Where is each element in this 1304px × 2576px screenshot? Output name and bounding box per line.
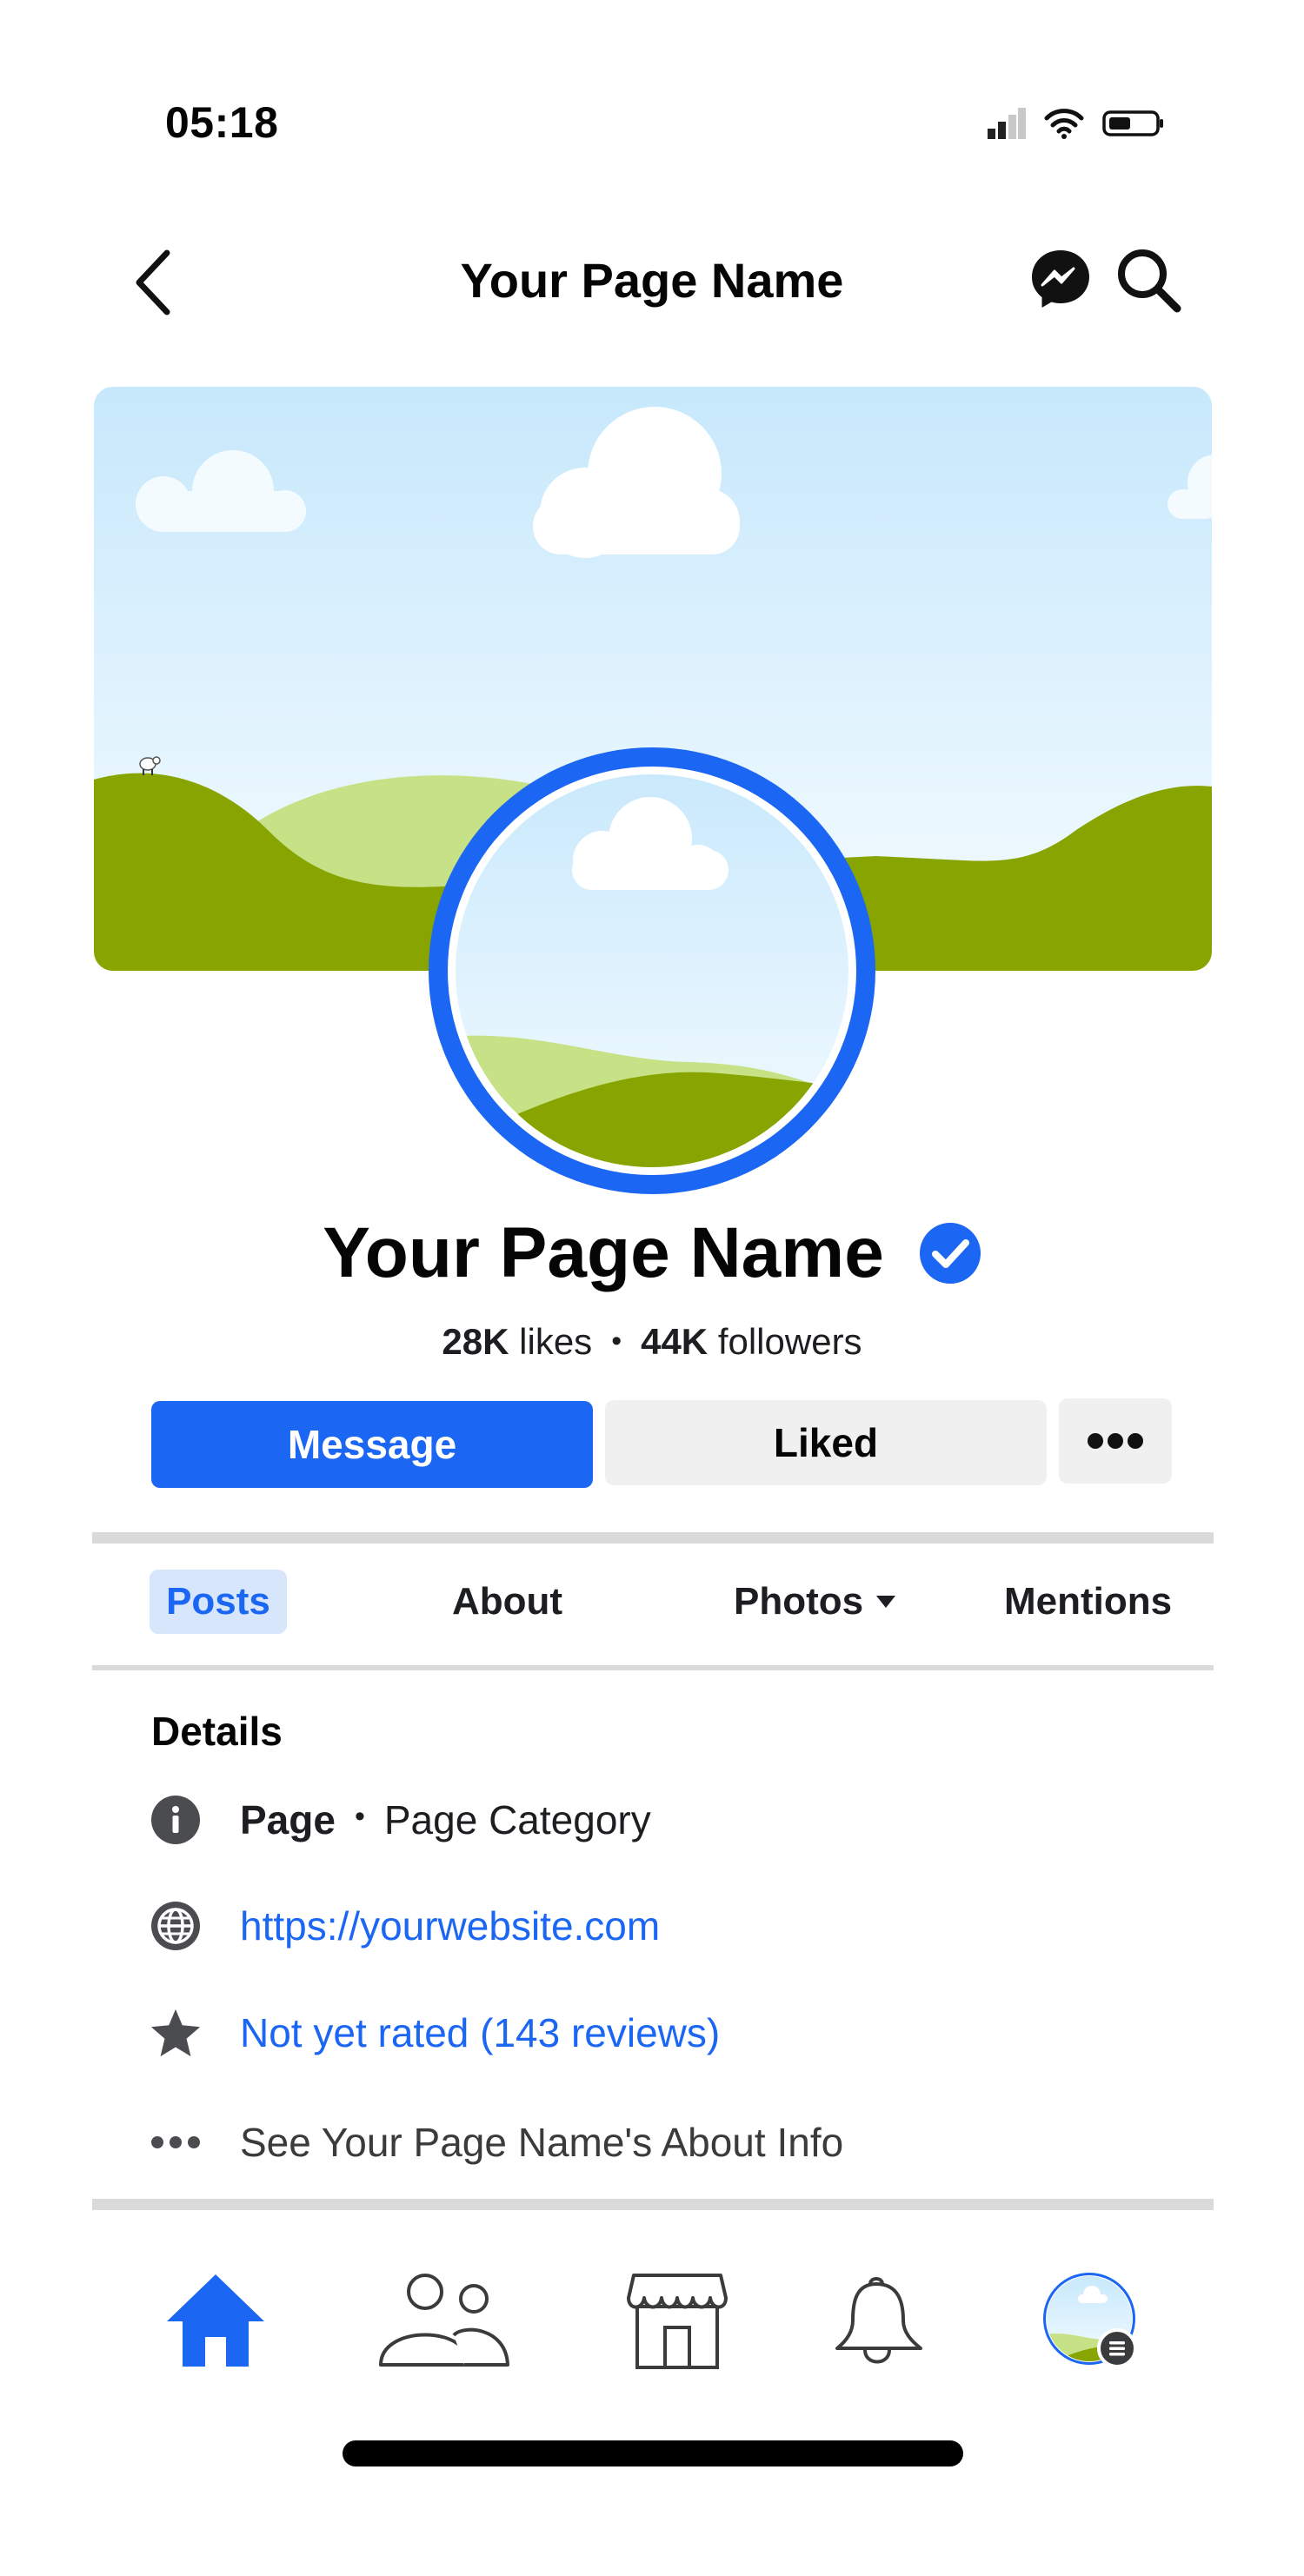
followers-count: 44K [641,1321,709,1362]
nav-notifications[interactable] [822,2268,935,2373]
tabs-divider [92,1665,1214,1670]
profile-picture[interactable] [429,747,875,1194]
rating-link[interactable]: Not yet rated (143 reviews) [240,2009,720,2056]
category-separator: • [354,1799,365,1833]
about-info-link[interactable]: See Your Page Name's About Info [240,2119,843,2166]
status-time: 05:18 [165,98,279,147]
detail-about-info[interactable]: See Your Page Name's About Info [150,2112,843,2173]
marketplace-icon [627,2274,728,2369]
nav-menu[interactable] [1035,2268,1148,2373]
tab-photos[interactable]: Photos [734,1570,896,1634]
verified-badge-icon [919,1223,981,1284]
page-name: Your Page Name [323,1213,884,1292]
followers-label: followers [717,1321,862,1362]
tab-posts[interactable]: Posts [150,1570,287,1634]
bell-icon [835,2277,922,2364]
message-button[interactable]: Message [151,1401,593,1488]
more-dots-icon [151,2136,200,2148]
home-indicator [343,2440,963,2466]
friends-icon [379,2274,509,2367]
nav-marketplace[interactable] [621,2268,734,2373]
likes-count: 28K [442,1321,509,1362]
signal-icon [988,108,1026,139]
info-icon [151,1796,200,1844]
search-button[interactable] [1114,246,1182,314]
category-name: Page Category [383,1797,651,1842]
search-icon [1118,249,1181,313]
details-divider [92,2199,1214,2210]
status-icons [988,108,1165,139]
messenger-button[interactable] [1029,248,1092,310]
likes-label: likes [519,1321,593,1362]
nav-friends[interactable] [374,2268,513,2373]
home-icon [167,2274,264,2367]
star-icon [150,2008,201,2057]
website-link[interactable]: https://yourwebsite.com [240,1902,660,1949]
section-divider [92,1532,1214,1544]
stats-separator: • [611,1325,622,1358]
category-type: Page [240,1797,336,1842]
liked-button[interactable]: Liked [605,1400,1047,1485]
menu-profile-avatar [1043,2273,1137,2368]
page-name-row: Your Page Name [0,1212,1304,1294]
tab-photos-label: Photos [734,1580,864,1623]
tab-mentions[interactable]: Mentions [1004,1570,1172,1634]
battery-icon [1102,110,1163,136]
details-title: Details [151,1709,283,1754]
page-stats: 28K likes • 44K followers [0,1321,1304,1363]
detail-website[interactable]: https://yourwebsite.com [150,1895,660,1956]
wifi-icon [1044,109,1084,139]
nav-home[interactable] [159,2268,272,2373]
header-title: Your Page Name [460,253,844,308]
tab-about[interactable]: About [452,1570,562,1634]
caret-down-icon [876,1596,896,1608]
messenger-icon [1032,250,1089,308]
detail-category: Page • Page Category [150,1789,651,1850]
globe-icon [151,1902,200,1950]
detail-rating[interactable]: Not yet rated (143 reviews) [150,2002,720,2063]
more-dots-icon [1088,1433,1143,1449]
profile-tabs: Posts About Photos Mentions [0,1570,1304,1639]
more-options-button[interactable] [1059,1398,1172,1484]
